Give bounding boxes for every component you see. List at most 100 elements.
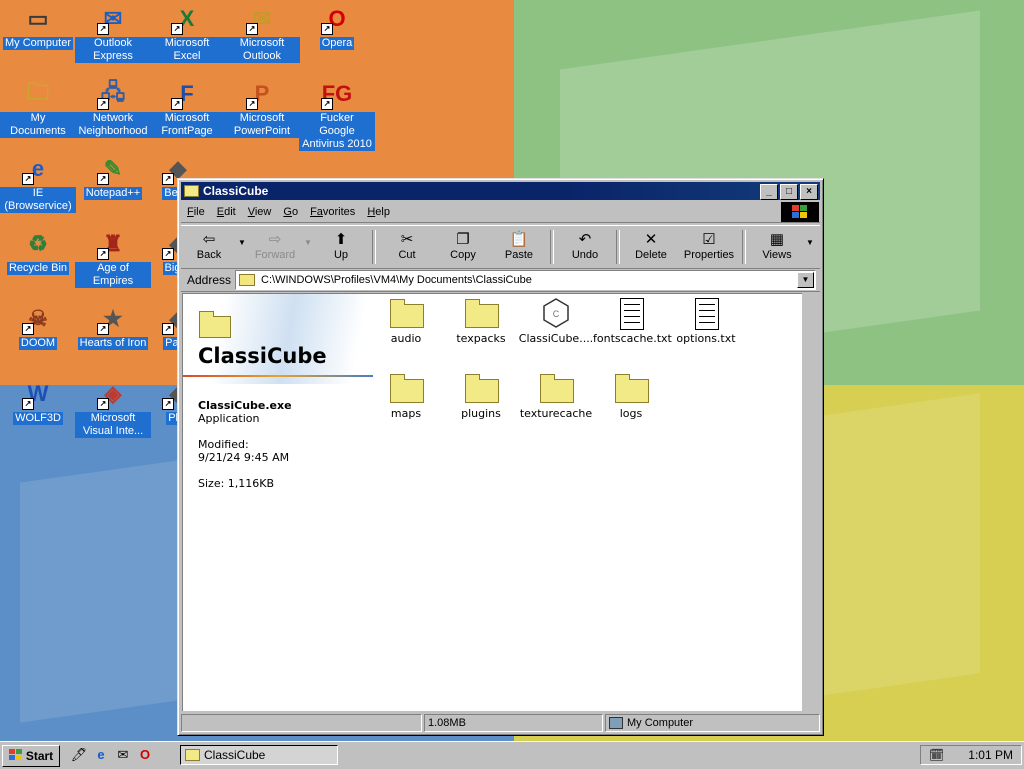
views-button[interactable]: ▦ Views	[749, 226, 805, 268]
start-button[interactable]: Start	[2, 745, 60, 767]
menu-help[interactable]: Help	[361, 206, 396, 218]
internet-explorer-icon: e ↗	[22, 153, 54, 185]
network-icon: 🖧 ↗	[97, 78, 129, 110]
shortcut-arrow-icon: ↗	[97, 173, 109, 185]
menu-favorites[interactable]: Favorites	[304, 206, 361, 218]
desktop-icon[interactable]: ✉ ↗ Microsoft Outlook	[224, 3, 300, 63]
desktop-icon[interactable]: FG ↗ Fucker Google Antivirus 2010	[299, 78, 375, 151]
forward-button[interactable]: ⇨ Forward	[247, 226, 303, 268]
file-name: logs	[619, 407, 643, 420]
vertical-scrollbar[interactable]	[802, 293, 818, 711]
opera-icon: O ↗	[321, 3, 353, 35]
taskbar-button-classicube[interactable]: ClassiCube	[180, 745, 338, 765]
file-size: Size: 1,116KB	[198, 477, 275, 490]
shortcut-arrow-icon: ↗	[22, 173, 34, 185]
shortcut-arrow-icon: ↗	[162, 398, 174, 410]
outlook-express-icon[interactable]: ✉	[114, 746, 132, 764]
file-name: plugins	[461, 407, 501, 420]
address-dropdown-button[interactable]: ▼	[797, 272, 814, 288]
file-item-texturecache[interactable]: texturecache	[518, 373, 594, 420]
desktop-icon[interactable]: ☠ ↗ DOOM	[0, 303, 76, 350]
file-item-audio[interactable]: audio	[368, 298, 444, 345]
show-desktop-icon[interactable]: 🖊	[70, 746, 88, 764]
cut-button[interactable]: ✂ Cut	[379, 226, 435, 268]
address-field[interactable]: C:\WINDOWS\Profiles\VM4\My Documents\Cla…	[235, 270, 816, 290]
file-item-classicube-[interactable]: C ClassiCube....	[518, 298, 594, 345]
desktop-icon[interactable]: e ↗ IE (Browservice)	[0, 153, 76, 213]
desktop-icon-label: Outlook Express	[75, 37, 151, 63]
file-item-texpacks[interactable]: texpacks	[443, 298, 519, 345]
scheduler-icon[interactable]: 🗓	[929, 748, 944, 762]
back-button[interactable]: ⇦ Back	[181, 226, 237, 268]
status-bar: 1.08MB My Computer	[181, 714, 820, 732]
modified-label: Modified:	[198, 438, 249, 451]
desktop-icon-label: Notepad++	[83, 187, 143, 200]
folder-icon	[615, 373, 649, 403]
doom-icon: ☠ ↗	[22, 303, 54, 335]
file-item-fontscache-txt[interactable]: fontscache.txt	[593, 298, 672, 345]
properties-button[interactable]: ☑ Properties	[679, 226, 739, 268]
desktop-icon[interactable]: W ↗ WOLF3D	[0, 378, 76, 425]
desktop-icon[interactable]: ▭ My Computer	[0, 3, 76, 50]
address-label: Address	[187, 273, 232, 287]
file-name: fontscache.txt	[593, 332, 672, 345]
text-document-icon	[615, 298, 647, 330]
desktop-icon[interactable]: 🗀 My Documents	[0, 78, 76, 138]
file-name: texturecache	[519, 407, 593, 420]
shortcut-arrow-icon: ↗	[162, 173, 174, 185]
maximize-button[interactable]: □	[780, 184, 798, 200]
desktop-icon[interactable]: P ↗ Microsoft PowerPoint	[224, 78, 300, 138]
file-name: options.txt	[676, 332, 736, 345]
delete-button[interactable]: ✕ Delete	[623, 226, 679, 268]
file-item-maps[interactable]: maps	[368, 373, 444, 420]
desktop-icon[interactable]: X ↗ Microsoft Excel	[149, 3, 225, 63]
classicube-exe-icon: C	[540, 298, 572, 328]
scissors-icon: ✂	[400, 231, 414, 248]
paste-button[interactable]: 📋 Paste	[491, 226, 547, 268]
file-item-plugins[interactable]: plugins	[443, 373, 519, 420]
antivirus-icon: FG ↗	[321, 81, 353, 110]
back-dropdown-button[interactable]: ▼	[237, 226, 247, 268]
title-bar[interactable]: ClassiCube _ □ ×	[181, 182, 820, 200]
views-dropdown-button[interactable]: ▼	[805, 226, 815, 268]
close-button[interactable]: ×	[800, 184, 818, 200]
shortcut-arrow-icon: ↗	[97, 323, 109, 335]
menu-go[interactable]: Go	[277, 206, 304, 218]
file-item-options-txt[interactable]: options.txt	[668, 298, 744, 345]
shortcut-arrow-icon: ↗	[171, 98, 183, 110]
windows-logo-icon	[781, 202, 819, 222]
file-name: maps	[390, 407, 422, 420]
panel-title: ClassiCube	[198, 344, 327, 368]
menu-file[interactable]: File	[181, 206, 211, 218]
opera-icon[interactable]: O	[136, 746, 154, 764]
desktop-icon-label: Recycle Bin	[6, 262, 70, 275]
menu-edit[interactable]: Edit	[211, 206, 242, 218]
folder-icon	[390, 373, 424, 403]
explorer-window[interactable]: ClassiCube _ □ × File Edit View Go Favor…	[177, 178, 824, 736]
start-label: Start	[25, 749, 54, 763]
minimize-button[interactable]: _	[760, 184, 778, 200]
desktop-icon-label: DOOM	[18, 337, 58, 350]
file-item-logs[interactable]: logs	[593, 373, 669, 420]
undo-button[interactable]: ↶ Undo	[557, 226, 613, 268]
internet-explorer-icon[interactable]: e	[92, 746, 110, 764]
shortcut-arrow-icon: ↗	[22, 398, 34, 410]
copy-button[interactable]: ❐ Copy	[435, 226, 491, 268]
clock[interactable]: 1:01 PM	[968, 748, 1013, 762]
file-view[interactable]: ClassiCube ClassiCube.exe Application Mo…	[182, 293, 803, 711]
forward-dropdown-button[interactable]: ▼	[303, 226, 313, 268]
shortcut-arrow-icon: ↗	[97, 23, 109, 35]
folder-icon	[199, 311, 231, 338]
up-button[interactable]: ⬆ Up	[313, 226, 369, 268]
desktop-icon[interactable]: ✉ ↗ Outlook Express	[75, 3, 151, 63]
desktop-icon[interactable]: 🖧 ↗ Network Neighborhood	[75, 78, 151, 138]
desktop-icon[interactable]: F ↗ Microsoft FrontPage	[149, 78, 225, 138]
computer-icon	[609, 717, 623, 729]
shortcut-arrow-icon: ↗	[171, 23, 183, 35]
menu-view[interactable]: View	[242, 206, 278, 218]
desktop-icon[interactable]: ♻ Recycle Bin	[0, 228, 76, 275]
folder-icon	[465, 373, 499, 403]
properties-icon: ☑	[702, 231, 716, 248]
desktop-icon[interactable]: O ↗ Opera	[299, 3, 375, 50]
shortcut-arrow-icon: ↗	[97, 98, 109, 110]
